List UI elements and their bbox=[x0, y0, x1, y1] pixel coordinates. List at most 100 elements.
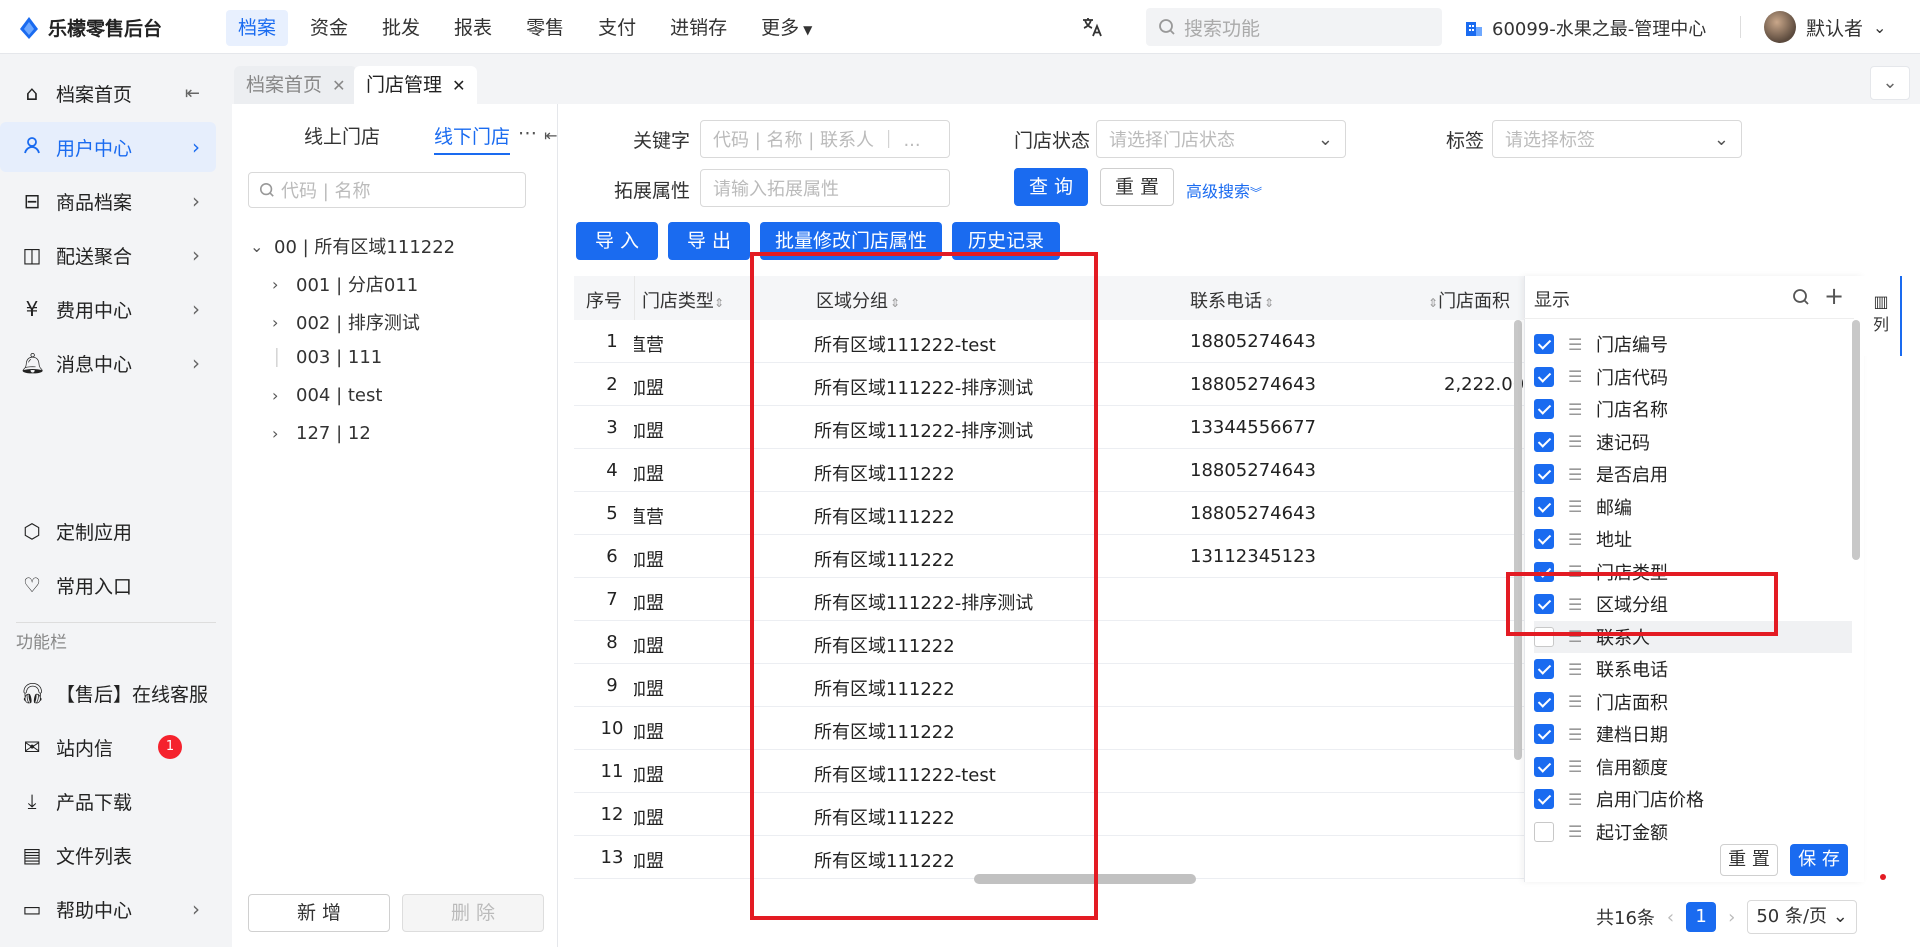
more-icon[interactable]: ⋯ bbox=[518, 122, 537, 144]
sidebar-item-expense[interactable]: ¥ 费用中心 › bbox=[0, 284, 216, 334]
chevron-down-icon[interactable]: ⌄ bbox=[250, 237, 264, 256]
add-store-group-button[interactable]: 新 增 bbox=[248, 894, 390, 932]
sidebar-item-help[interactable]: ▭ 帮助中心 › bbox=[0, 884, 216, 934]
column-option[interactable]: ☰ 门店编号 bbox=[1534, 328, 1852, 360]
col-area[interactable]: ⇕门店面积 bbox=[1428, 287, 1510, 313]
prev-page-icon[interactable]: ‹ bbox=[1667, 907, 1674, 928]
drag-handle-icon[interactable]: ☰ bbox=[1568, 660, 1582, 679]
column-option[interactable]: ☰ 地址 bbox=[1534, 523, 1852, 555]
sidebar-item-product-archive[interactable]: ⊟ 商品档案 › bbox=[0, 176, 216, 226]
translate-icon[interactable] bbox=[1080, 15, 1104, 44]
ext-attr-input[interactable]: 请输入拓展属性 bbox=[700, 169, 950, 207]
collapse-sidebar-icon[interactable]: ⇤ bbox=[185, 83, 200, 104]
chevron-right-icon[interactable]: › bbox=[272, 386, 286, 405]
tab-online-stores[interactable]: 线上门店 bbox=[304, 122, 380, 149]
column-checkbox[interactable] bbox=[1534, 431, 1554, 452]
drag-handle-icon[interactable]: ☰ bbox=[1568, 757, 1582, 776]
topnav-wholesale[interactable]: 批发 bbox=[370, 10, 432, 46]
column-option[interactable]: ☰ 速记码 bbox=[1534, 426, 1852, 458]
sidebar-item-downloads[interactable]: ⤓ 产品下载 bbox=[0, 776, 216, 826]
column-option[interactable]: ☰ 门店名称 bbox=[1534, 393, 1852, 425]
column-checkbox[interactable] bbox=[1534, 366, 1554, 387]
tree-node-root[interactable]: ⌄ 00 | 所有区域111222 bbox=[250, 233, 455, 259]
sidebar-item-file-list[interactable]: ▤ 文件列表 bbox=[0, 830, 216, 880]
page-number[interactable]: 1 bbox=[1686, 902, 1717, 932]
org-switcher[interactable]: 60099-水果之最-管理中心 bbox=[1464, 15, 1706, 41]
topnav-retail[interactable]: 零售 bbox=[514, 10, 576, 46]
query-button[interactable]: 查 询 bbox=[1014, 168, 1088, 206]
drag-handle-icon[interactable]: ☰ bbox=[1568, 790, 1582, 809]
import-button[interactable]: 导 入 bbox=[576, 222, 658, 260]
tab-offline-stores[interactable]: 线下门店 bbox=[434, 122, 511, 155]
sidebar-item-favorites[interactable]: ♡ 常用入口 bbox=[0, 560, 216, 610]
column-checkbox[interactable] bbox=[1534, 496, 1554, 517]
column-checkbox[interactable] bbox=[1534, 691, 1554, 712]
chevron-right-icon[interactable]: › bbox=[272, 313, 286, 332]
drag-handle-icon[interactable]: ☰ bbox=[1568, 530, 1582, 549]
chevron-right-icon[interactable]: › bbox=[272, 424, 286, 443]
plus-icon[interactable]: + bbox=[1824, 282, 1844, 310]
column-option[interactable]: ☰ 启用门店价格 bbox=[1534, 783, 1852, 815]
tag-select[interactable]: 请选择标签 ⌄ bbox=[1492, 120, 1742, 158]
delete-store-group-button[interactable]: 删 除 bbox=[402, 894, 544, 932]
tree-node[interactable]: › 127 | 12 bbox=[272, 423, 371, 444]
user-menu[interactable]: 默认者 ⌄ bbox=[1764, 11, 1886, 43]
column-list-scrollbar[interactable] bbox=[1852, 320, 1860, 560]
column-checkbox[interactable] bbox=[1534, 789, 1554, 809]
column-checkbox[interactable] bbox=[1534, 399, 1554, 419]
sidebar-item-online-support[interactable]: 🎧︎ 【售后】在线客服 bbox=[0, 668, 216, 718]
drag-handle-icon[interactable]: ☰ bbox=[1568, 367, 1582, 386]
topnav-reports[interactable]: 报表 bbox=[442, 10, 504, 46]
column-checkbox[interactable] bbox=[1534, 756, 1554, 777]
drag-handle-icon[interactable]: ☰ bbox=[1568, 497, 1582, 516]
drag-handle-icon[interactable]: ☰ bbox=[1568, 822, 1582, 841]
advanced-search-link[interactable]: 高级搜索︾ bbox=[1186, 178, 1262, 202]
drag-handle-icon[interactable]: ☰ bbox=[1568, 400, 1582, 419]
sidebar-item-archive-home[interactable]: ⌂ 档案首页 ⇤ bbox=[0, 68, 216, 118]
column-option[interactable]: ☰ 门店代码 bbox=[1534, 361, 1852, 393]
tree-node[interactable]: › 002 | 排序测试 bbox=[272, 309, 420, 335]
column-reset-button[interactable]: 重 置 bbox=[1720, 844, 1778, 876]
topnav-more[interactable]: 更多 ▼ bbox=[749, 10, 824, 46]
chevron-right-icon[interactable]: › bbox=[272, 275, 286, 294]
tab-store-management[interactable]: 门店管理 ✕ bbox=[354, 66, 478, 104]
drag-handle-icon[interactable]: ☰ bbox=[1568, 725, 1582, 744]
tree-node[interactable]: › 004 | test bbox=[272, 385, 382, 406]
tree-node[interactable]: │ 003 | 111 bbox=[272, 347, 382, 368]
drag-handle-icon[interactable]: ☰ bbox=[1568, 465, 1582, 484]
topnav-archive[interactable]: 档案 bbox=[226, 10, 289, 46]
column-option[interactable]: ☰ 建档日期 bbox=[1534, 718, 1852, 750]
column-checkbox[interactable] bbox=[1534, 334, 1554, 354]
close-icon[interactable]: ✕ bbox=[332, 76, 345, 95]
sidebar-item-delivery[interactable]: ◫ 配送聚合 › bbox=[0, 230, 216, 280]
app-logo[interactable]: 乐檬零售后台 bbox=[18, 14, 162, 41]
column-option[interactable]: ☰ 邮编 bbox=[1534, 491, 1852, 523]
column-option[interactable]: ☰ 起订金额 bbox=[1534, 816, 1852, 848]
table-vertical-scrollbar[interactable] bbox=[1514, 320, 1522, 760]
column-save-button[interactable]: 保 存 bbox=[1790, 844, 1848, 876]
export-button[interactable]: 导 出 bbox=[668, 222, 750, 260]
reset-filter-button[interactable]: 重 置 bbox=[1100, 168, 1174, 206]
drag-handle-icon[interactable]: ☰ bbox=[1568, 432, 1582, 451]
search-icon[interactable] bbox=[1792, 288, 1810, 311]
sidebar-item-messages[interactable]: 🔔︎ 消息中心 › bbox=[0, 338, 216, 388]
tree-panel-toggle[interactable]: ⇤ bbox=[544, 126, 557, 145]
next-page-icon[interactable]: › bbox=[1728, 907, 1735, 928]
sidebar-item-user-center[interactable]: 用户中心 › bbox=[0, 122, 216, 172]
drag-handle-icon[interactable]: ☰ bbox=[1568, 692, 1582, 711]
column-checkbox[interactable] bbox=[1534, 464, 1554, 484]
topnav-funds[interactable]: 资金 bbox=[298, 10, 360, 46]
topnav-inventory[interactable]: 进销存 bbox=[658, 10, 739, 46]
column-checkbox[interactable] bbox=[1534, 529, 1554, 549]
close-icon[interactable]: ✕ bbox=[452, 76, 465, 95]
function-search-input[interactable]: 搜索功能 bbox=[1146, 8, 1442, 46]
column-option[interactable]: ☰ 联系电话 bbox=[1534, 653, 1852, 685]
column-checkbox[interactable] bbox=[1534, 821, 1554, 842]
col-store-type[interactable]: ⇕门店类型 bbox=[634, 287, 724, 313]
store-status-select[interactable]: 请选择门店状态 ⌄ bbox=[1096, 120, 1346, 158]
column-checkbox[interactable] bbox=[1534, 724, 1554, 744]
sidebar-item-inbox[interactable]: ✉ 站内信 1 bbox=[0, 722, 216, 772]
sidebar-item-custom-apps[interactable]: ⬡ 定制应用 bbox=[0, 506, 216, 556]
tab-archive-home[interactable]: 档案首页 ✕ bbox=[234, 66, 358, 104]
column-option[interactable]: ☰ 是否启用 bbox=[1534, 458, 1852, 490]
